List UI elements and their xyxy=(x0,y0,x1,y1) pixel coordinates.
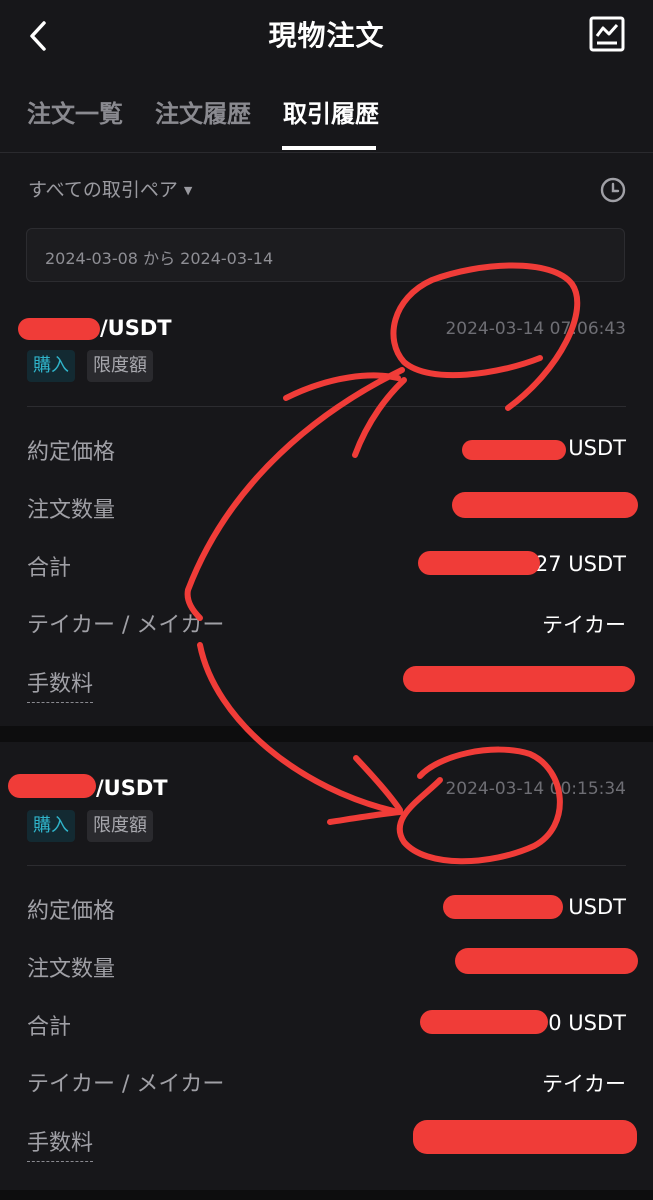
date-range-field[interactable]: 2024-03-08 から 2024-03-14 xyxy=(26,228,625,282)
divider xyxy=(27,865,626,866)
trade-time: 2024-03-14 00:15:34 xyxy=(445,779,626,799)
total-value: 27 USDT xyxy=(534,552,626,576)
date-range-text: 2024-03-08 から 2024-03-14 xyxy=(45,249,274,268)
redaction-mark xyxy=(413,1120,637,1154)
redaction-mark xyxy=(8,774,96,798)
fee-label[interactable]: 手数料 xyxy=(27,666,94,703)
redaction-mark xyxy=(462,440,566,460)
redaction-mark xyxy=(420,1010,548,1034)
redaction-mark xyxy=(18,318,100,340)
chart-icon[interactable] xyxy=(589,16,625,52)
app-header: 現物注文 xyxy=(0,0,653,72)
fee-label[interactable]: 手数料 xyxy=(27,1125,94,1162)
tab-open-orders[interactable]: 注文一覧 xyxy=(27,94,123,129)
total-value: 0 USDT xyxy=(548,1011,626,1035)
total-label: 合計 xyxy=(27,1015,72,1040)
page-title: 現物注文 xyxy=(268,19,385,52)
trade-pair: /USDT xyxy=(100,316,172,340)
price-value: USDT xyxy=(568,895,626,919)
quantity-label: 注文数量 xyxy=(27,498,116,523)
tab-bar: 注文一覧 注文履歴 取引履歴 xyxy=(0,72,653,153)
pair-filter-dropdown[interactable]: すべての取引ペア ▼ xyxy=(28,175,192,202)
limit-badge: 限度額 xyxy=(87,810,153,842)
limit-badge: 限度額 xyxy=(87,350,153,382)
tab-trade-history[interactable]: 取引履歴 xyxy=(283,94,379,129)
redaction-mark xyxy=(443,895,563,919)
tab-order-history[interactable]: 注文履歴 xyxy=(155,94,251,129)
divider xyxy=(27,406,626,407)
buy-badge: 購入 xyxy=(27,810,75,842)
filter-section: すべての取引ペア ▼ 2024-03-08 から 2024-03-14 xyxy=(0,153,653,298)
total-label: 合計 xyxy=(27,556,72,581)
price-label: 約定価格 xyxy=(27,899,116,924)
trade-time: 2024-03-14 07:06:43 xyxy=(445,319,626,339)
taker-maker-value: テイカー xyxy=(542,613,626,637)
clock-icon[interactable] xyxy=(600,177,626,203)
redaction-mark xyxy=(418,551,540,575)
redaction-mark xyxy=(403,666,635,692)
active-tab-indicator xyxy=(282,146,376,150)
redaction-mark xyxy=(455,948,638,974)
taker-maker-label: テイカー / メイカー xyxy=(27,1072,225,1097)
buy-badge: 購入 xyxy=(27,350,75,382)
taker-maker-label: テイカー / メイカー xyxy=(27,613,225,638)
redaction-mark xyxy=(452,492,638,518)
price-label: 約定価格 xyxy=(27,440,116,465)
caret-down-icon: ▼ xyxy=(183,184,193,197)
price-value: USDT xyxy=(568,436,626,460)
trade-pair: /USDT xyxy=(96,776,168,800)
taker-maker-value: テイカー xyxy=(542,1072,626,1096)
quantity-label: 注文数量 xyxy=(27,957,116,982)
pair-filter-label: すべての取引ペア xyxy=(28,179,178,201)
